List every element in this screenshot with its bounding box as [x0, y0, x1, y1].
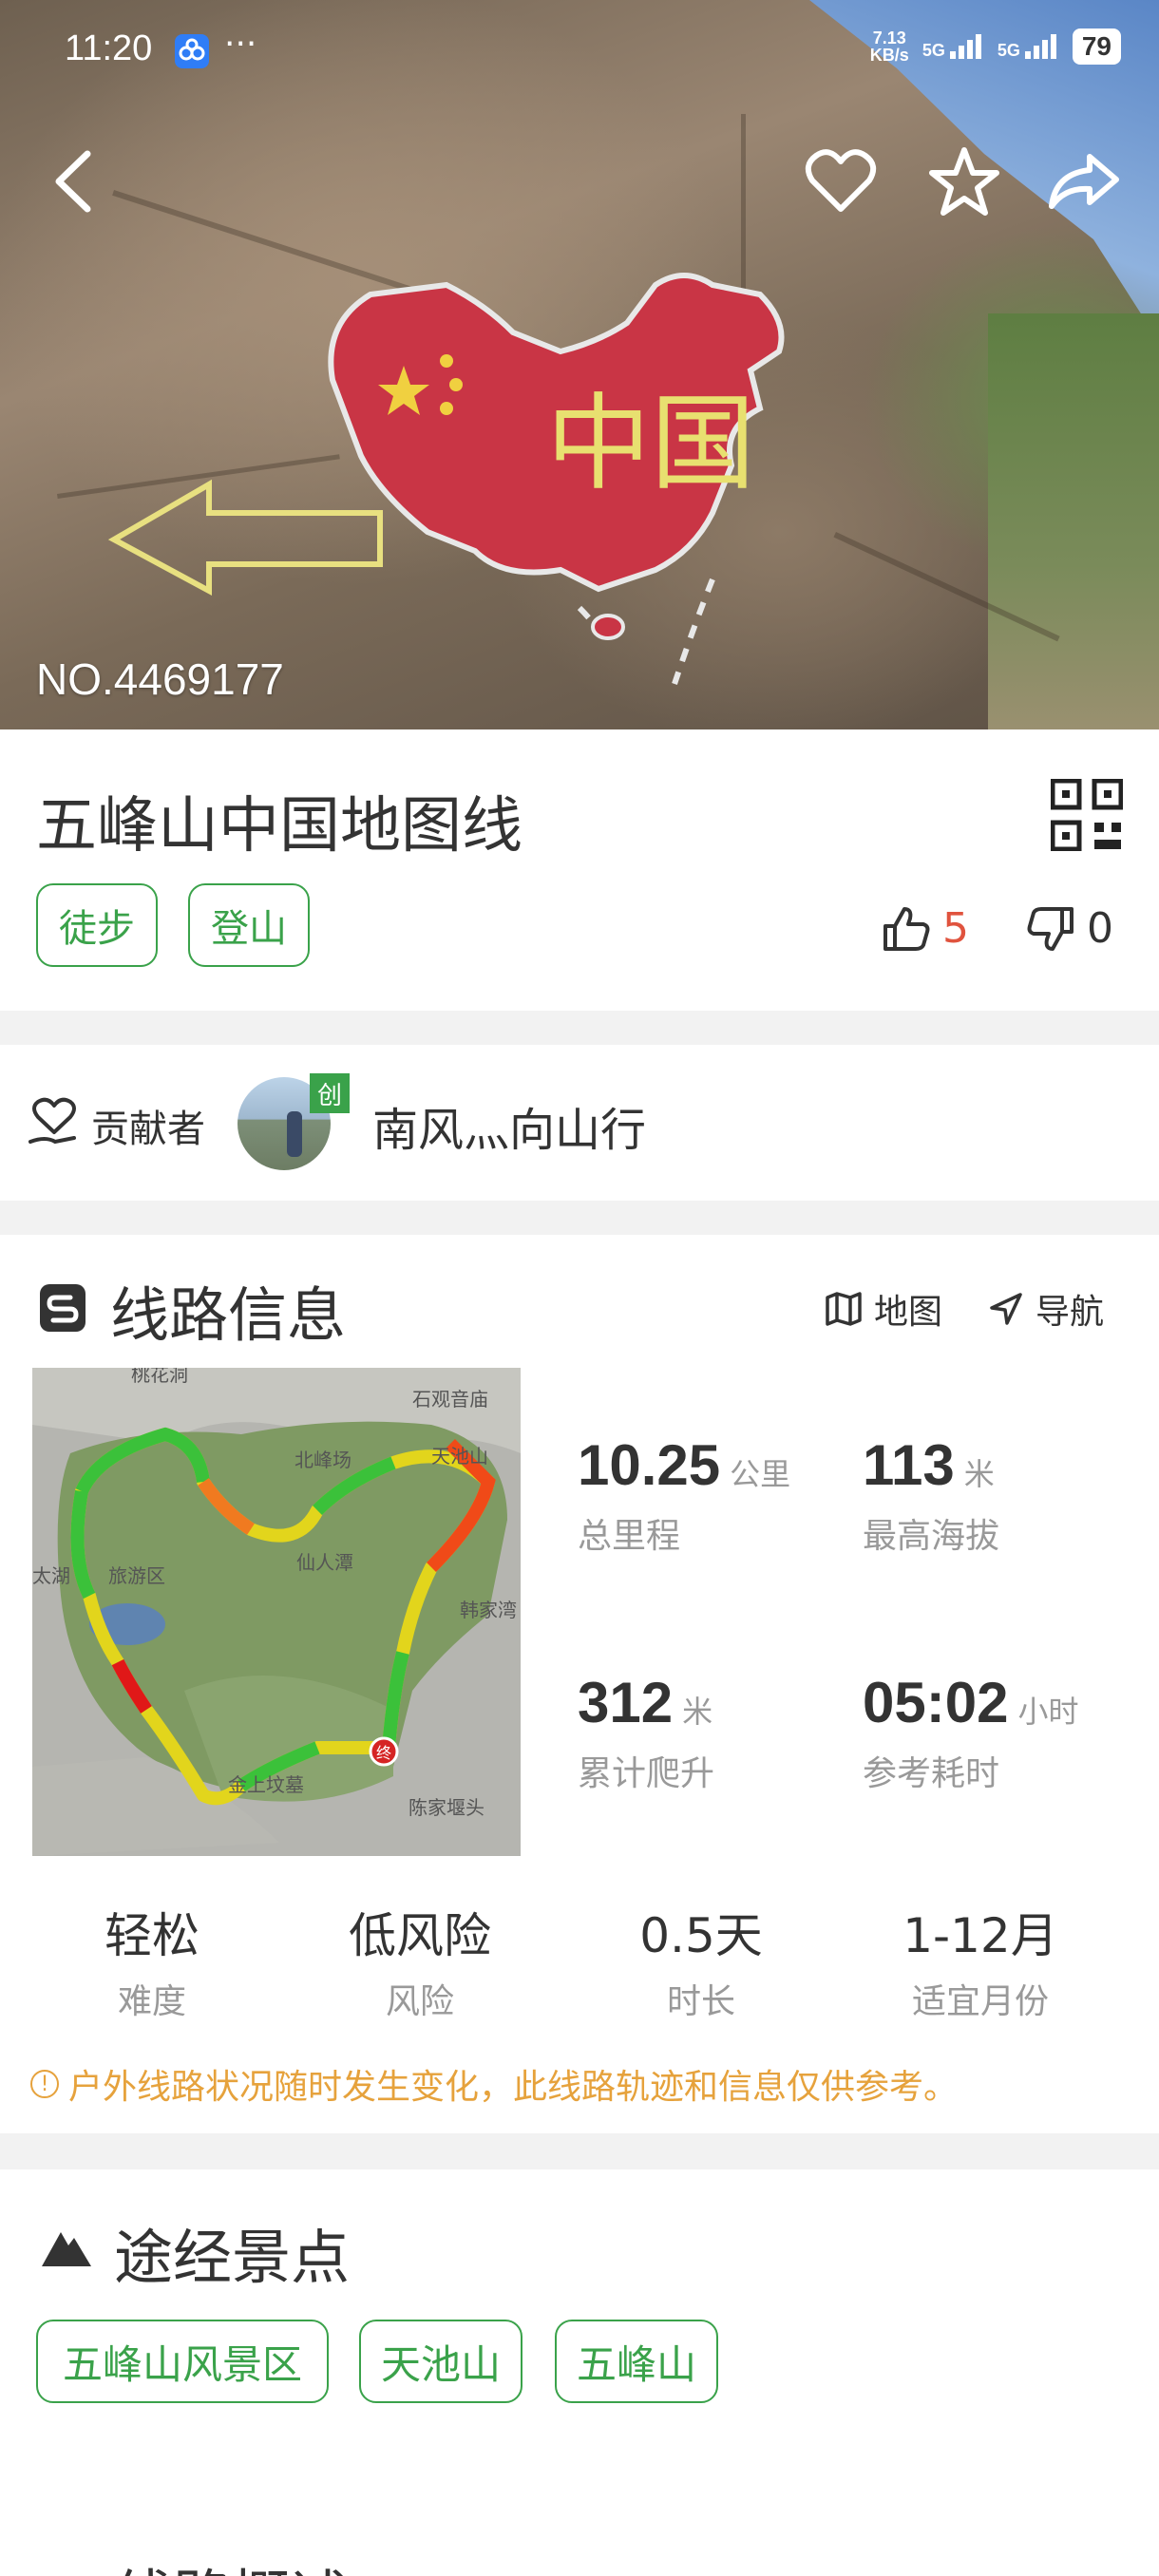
- painted-china-map: 中国: [328, 273, 785, 685]
- tag-hiking[interactable]: 徒步: [36, 883, 158, 967]
- route-end-label: 终: [376, 1744, 391, 1762]
- attr-season: 1-12月: [902, 1908, 1058, 1963]
- attr-risk: 低风险: [349, 1908, 491, 1963]
- stat-duration-label: 参考耗时: [863, 1754, 1000, 1793]
- like-button[interactable]: [798, 139, 884, 224]
- attr-difficulty: 轻松: [104, 1908, 200, 1963]
- map-place-label: 韩家湾: [460, 1599, 517, 1621]
- attr-risk-label: 风险: [385, 1982, 454, 2021]
- contributor-name[interactable]: 南风灬向山行: [372, 1092, 646, 1159]
- route-title: 五峰山中国地图线: [36, 791, 522, 862]
- attraction-tag[interactable]: 五峰山风景区: [36, 2320, 329, 2403]
- status-more-dots: ···: [224, 25, 257, 64]
- map-label: 地图: [874, 1293, 943, 1332]
- route-notice-text: 户外线路状况随时发生变化，此线路轨迹和信息仅供参考。: [68, 2068, 959, 2107]
- overview-title: 线路概述: [114, 2549, 350, 2576]
- stat-max-altitude: 113 米: [863, 1433, 995, 1497]
- attr-duration-label: 时长: [666, 1982, 735, 2021]
- attraction-tag[interactable]: 五峰山: [555, 2320, 718, 2403]
- map-icon: [826, 1292, 862, 1326]
- signal-icon: 5G: [922, 34, 984, 59]
- map-place-label: 桃花洞: [131, 1368, 188, 1386]
- route-notice: ! 户外线路状况随时发生变化，此线路轨迹和信息仅供参考。: [30, 2059, 958, 2109]
- route-info-icon: [38, 1282, 87, 1337]
- navigation-label: 导航: [1036, 1293, 1105, 1332]
- map-button[interactable]: 地图: [825, 1284, 942, 1334]
- share-icon: [1049, 154, 1119, 209]
- map-place-label: 旅游区: [108, 1564, 165, 1587]
- heart-icon: [805, 149, 877, 212]
- attr-season-label: 适宜月份: [911, 1982, 1049, 2021]
- status-icons: 7.13 KB/s 5G 5G 79: [870, 28, 1121, 65]
- qr-code-button[interactable]: [1050, 778, 1124, 855]
- creator-badge: 创: [310, 1073, 350, 1113]
- navigation-button[interactable]: 导航: [988, 1284, 1104, 1334]
- overview-card: 线路概述: [0, 2521, 1159, 2576]
- stat-distance-label: 总里程: [578, 1517, 681, 1556]
- share-button[interactable]: [1041, 139, 1127, 224]
- map-place-label: 北峰场: [294, 1449, 352, 1471]
- map-place-label: 太湖: [32, 1564, 70, 1587]
- avatar-person: [287, 1111, 302, 1157]
- thumbs-up-icon: [884, 906, 930, 951]
- route-info-title: 线路信息: [110, 1280, 347, 1350]
- thumbs-down-icon: [1027, 906, 1074, 951]
- route-number: NO.4469177: [36, 654, 284, 704]
- hero-hill: [988, 313, 1159, 729]
- thumbs-up-button[interactable]: 5: [882, 904, 969, 953]
- map-place-label: 石观音庙: [412, 1388, 488, 1411]
- chevron-left-icon: [55, 150, 91, 213]
- contributor-label: 贡献者: [91, 1108, 205, 1151]
- signal-icon-2: 5G: [998, 34, 1059, 59]
- stat-duration: 05:02 小时: [863, 1671, 1079, 1734]
- attractions-title: 途经景点: [114, 2223, 351, 2292]
- map-place-label: 天池山: [431, 1445, 488, 1468]
- map-place-label: 陈家堰头: [408, 1796, 484, 1819]
- thumbs-down-button[interactable]: 0: [1026, 904, 1113, 953]
- qr-code-icon: [1050, 778, 1124, 852]
- stat-ascent: 312 米: [578, 1671, 713, 1734]
- stat-ascent-label: 累计爬升: [578, 1754, 715, 1793]
- app-notification-icon: [175, 34, 209, 68]
- stat-max-altitude-label: 最高海拔: [863, 1517, 1000, 1556]
- hero-image: 中国 11:20 ··· 7.13 KB/s 5G 5G 79 NO.44691…: [0, 0, 1159, 729]
- stat-distance: 10.25 公里: [578, 1433, 791, 1497]
- attr-duration: 0.5天: [639, 1908, 763, 1963]
- favorite-button[interactable]: [922, 139, 1007, 224]
- map-place-label: 金上坟墓: [228, 1773, 304, 1796]
- battery-indicator: 79: [1072, 28, 1121, 65]
- star-icon: [929, 147, 999, 216]
- map-place-label: 仙人潭: [296, 1551, 353, 1574]
- attr-difficulty-label: 难度: [117, 1982, 186, 2021]
- net-speed: 7.13 KB/s: [869, 28, 909, 65]
- route-map-thumbnail[interactable]: 桃花洞 石观音庙 北峰场 天池山 太湖 旅游区 仙人潭 韩家湾 金上坟墓 陈家堰…: [32, 1368, 521, 1856]
- contributor-icon: [27, 1094, 82, 1155]
- back-button[interactable]: [30, 139, 116, 224]
- tag-climbing[interactable]: 登山: [188, 883, 310, 967]
- navigation-icon: [990, 1293, 1022, 1325]
- status-time: 11:20: [65, 28, 153, 68]
- like-count: 5: [942, 904, 969, 953]
- route-map: 桃花洞 石观音庙 北峰场 天池山 太湖 旅游区 仙人潭 韩家湾 金上坟墓 陈家堰…: [32, 1368, 521, 1856]
- dislike-count: 0: [1087, 904, 1113, 953]
- mountain-icon: [40, 2223, 93, 2272]
- title-card: [0, 729, 1159, 1011]
- rock-text: 中国: [546, 383, 755, 504]
- info-icon: !: [30, 2070, 59, 2098]
- attraction-tag[interactable]: 天池山: [359, 2320, 522, 2403]
